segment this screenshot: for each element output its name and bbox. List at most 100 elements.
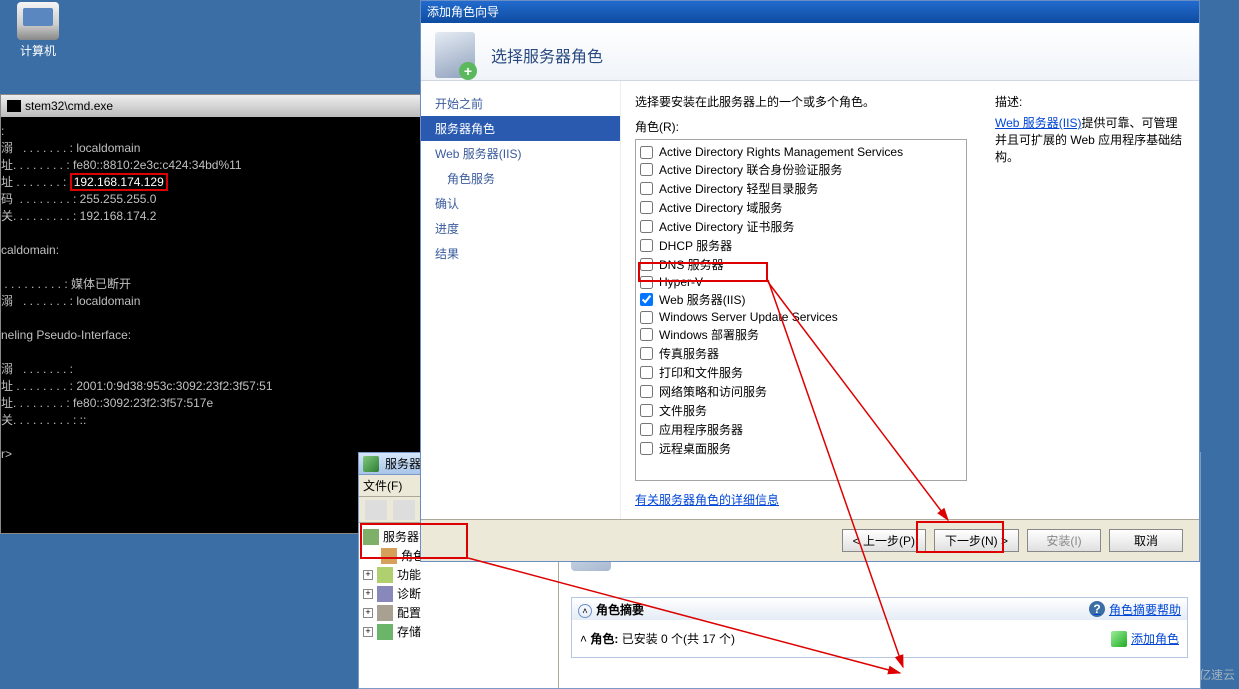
role-row[interactable]: Active Directory 联合身份验证服务	[640, 160, 962, 179]
role-checkbox[interactable]	[640, 163, 653, 176]
next-button[interactable]: 下一步(N) >	[934, 529, 1019, 552]
role-label: Active Directory Rights Management Servi…	[659, 145, 903, 159]
expand-icon[interactable]: +	[363, 589, 373, 599]
instruction-text: 选择要安装在此服务器上的一个或多个角色。	[635, 93, 983, 110]
roles-help-link[interactable]: ?角色摘要帮助	[1089, 601, 1181, 618]
role-checkbox[interactable]	[640, 239, 653, 252]
expand-icon[interactable]: +	[363, 627, 373, 637]
wizard-nav: 开始之前 服务器角色 Web 服务器(IIS) 角色服务 确认 进度 结果	[421, 81, 621, 519]
cmd-icon	[7, 100, 21, 112]
nav-confirm[interactable]: 确认	[421, 191, 620, 216]
role-row[interactable]: 文件服务	[640, 401, 962, 420]
role-row[interactable]: Active Directory 轻型目录服务	[640, 179, 962, 198]
nav-role-services[interactable]: 角色服务	[421, 166, 620, 191]
role-checkbox[interactable]	[640, 442, 653, 455]
role-row[interactable]: Windows 部署服务	[640, 325, 962, 344]
nav-iis[interactable]: Web 服务器(IIS)	[421, 141, 620, 166]
tree-storage[interactable]: +存储	[363, 622, 554, 641]
desc-text: Web 服务器(IIS)提供可靠、可管理并且可扩展的 Web 应用程序基础结构。	[995, 114, 1185, 165]
wizard-footer: < 上一步(P) 下一步(N) > 安装(I) 取消	[421, 519, 1199, 561]
wizard-header: 选择服务器角色	[421, 23, 1199, 81]
role-checkbox[interactable]	[640, 182, 653, 195]
features-icon	[377, 567, 393, 583]
role-label: Active Directory 证书服务	[659, 218, 794, 235]
role-label: 网络策略和访问服务	[659, 383, 767, 400]
roles-icon	[381, 548, 397, 564]
wizard-heading: 选择服务器角色	[491, 43, 603, 67]
role-row[interactable]: Active Directory Rights Management Servi…	[640, 144, 962, 160]
nav-progress[interactable]: 进度	[421, 216, 620, 241]
tree-config[interactable]: +配置	[363, 603, 554, 622]
role-label: 应用程序服务器	[659, 421, 743, 438]
panel-header[interactable]: ˄角色摘要 ?角色摘要帮助	[572, 598, 1187, 620]
wizard-titlebar[interactable]: 添加角色向导	[421, 1, 1199, 23]
roles-listbox[interactable]: Active Directory Rights Management Servi…	[635, 139, 967, 481]
add-icon	[1111, 631, 1127, 647]
desc-iis-link[interactable]: Web 服务器(IIS)	[995, 114, 1081, 131]
role-checkbox[interactable]	[640, 293, 653, 306]
role-row[interactable]: Active Directory 域服务	[640, 198, 962, 217]
role-row[interactable]: 远程桌面服务	[640, 439, 962, 458]
role-row[interactable]: DHCP 服务器	[640, 236, 962, 255]
wizard-title-text: 添加角色向导	[427, 3, 499, 20]
toolbar-forward-button[interactable]	[393, 500, 415, 520]
role-checkbox[interactable]	[640, 347, 653, 360]
role-label: Hyper-V	[659, 275, 703, 289]
nav-before[interactable]: 开始之前	[421, 91, 620, 116]
expand-icon[interactable]: +	[363, 570, 373, 580]
server-icon	[363, 529, 379, 545]
computer-icon	[17, 2, 59, 40]
nav-server-roles[interactable]: 服务器角色	[421, 116, 620, 141]
install-button[interactable]: 安装(I)	[1027, 529, 1101, 552]
role-row[interactable]: 打印和文件服务	[640, 363, 962, 382]
expand-icon[interactable]: +	[363, 608, 373, 618]
toolbar-back-button[interactable]	[365, 500, 387, 520]
role-label: 文件服务	[659, 402, 707, 419]
role-checkbox[interactable]	[640, 146, 653, 159]
role-row[interactable]: Windows Server Update Services	[640, 309, 962, 325]
role-checkbox[interactable]	[640, 311, 653, 324]
desc-label: 描述:	[995, 93, 1185, 110]
cancel-button[interactable]: 取消	[1109, 529, 1183, 552]
more-info-link[interactable]: 有关服务器角色的详细信息	[635, 491, 779, 508]
help-icon: ?	[1089, 601, 1105, 617]
menu-file[interactable]: 文件(F)	[363, 477, 402, 494]
roles-label: 角色(R):	[635, 118, 983, 135]
role-row[interactable]: DNS 服务器	[640, 255, 962, 274]
role-row[interactable]: Active Directory 证书服务	[640, 217, 962, 236]
tree-features[interactable]: +功能	[363, 565, 554, 584]
role-checkbox[interactable]	[640, 385, 653, 398]
role-label: Active Directory 轻型目录服务	[659, 180, 818, 197]
role-label: Web 服务器(IIS)	[659, 291, 745, 308]
role-checkbox[interactable]	[640, 366, 653, 379]
role-checkbox[interactable]	[640, 404, 653, 417]
tree-diagnostics[interactable]: +诊断	[363, 584, 554, 603]
role-checkbox[interactable]	[640, 258, 653, 271]
role-checkbox[interactable]	[640, 201, 653, 214]
desktop-computer-icon[interactable]: 计算机	[8, 2, 68, 59]
role-checkbox[interactable]	[640, 423, 653, 436]
cmd-titlebar[interactable]: stem32\cmd.exe	[1, 95, 423, 117]
highlighted-ip: 192.168.174.129	[70, 173, 168, 191]
role-row[interactable]: 网络策略和访问服务	[640, 382, 962, 401]
diag-icon	[377, 586, 393, 602]
role-row[interactable]: 传真服务器	[640, 344, 962, 363]
chevron-icon[interactable]: ˄	[580, 632, 587, 646]
role-checkbox[interactable]	[640, 220, 653, 233]
roles-summary-panel: ˄角色摘要 ?角色摘要帮助 ˄ 角色: 已安装 0 个(共 17 个) 添加角色	[571, 597, 1188, 658]
role-label: 打印和文件服务	[659, 364, 743, 381]
role-row[interactable]: Hyper-V	[640, 274, 962, 290]
role-checkbox[interactable]	[640, 328, 653, 341]
role-checkbox[interactable]	[640, 276, 653, 289]
role-label: 远程桌面服务	[659, 440, 731, 457]
nav-result[interactable]: 结果	[421, 241, 620, 266]
role-row[interactable]: 应用程序服务器	[640, 420, 962, 439]
add-role-link[interactable]: 添加角色	[1111, 630, 1179, 647]
role-label: DNS 服务器	[659, 256, 724, 273]
storage-icon	[377, 624, 393, 640]
chevron-up-icon[interactable]: ˄	[578, 604, 592, 618]
prev-button[interactable]: < 上一步(P)	[842, 529, 926, 552]
wizard-content: 选择要安装在此服务器上的一个或多个角色。 角色(R): Active Direc…	[621, 81, 1199, 519]
add-roles-wizard: 添加角色向导 选择服务器角色 开始之前 服务器角色 Web 服务器(IIS) 角…	[420, 0, 1200, 562]
role-row[interactable]: Web 服务器(IIS)	[640, 290, 962, 309]
